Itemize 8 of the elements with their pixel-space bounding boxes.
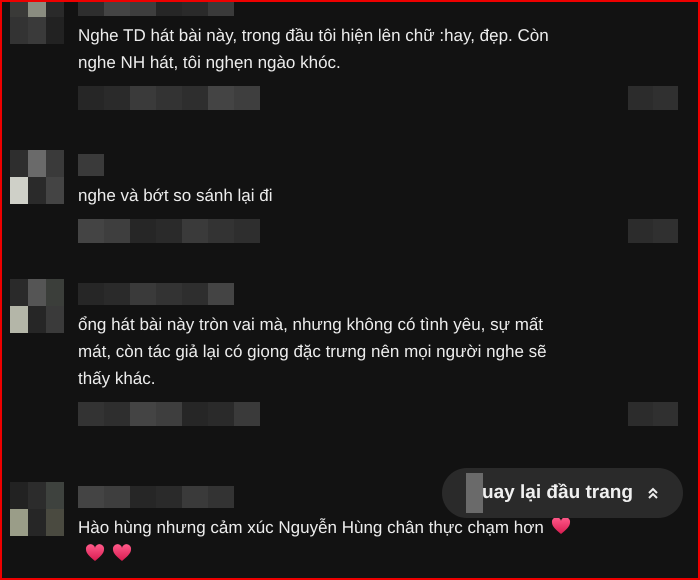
comment-text: nghe và bớt so sánh lại đi [78, 185, 274, 207]
heart-icon [550, 517, 571, 535]
comment-text: Nghe TD hát bài này, trong đầu tôi hiện lên chữ :hay, đẹp. Còn nghe NH hát, tôi nghẹn ngào khóc. [78, 25, 550, 74]
double-chevron-up-icon [646, 486, 659, 500]
heart-icon [112, 544, 132, 562]
heart-icon [85, 544, 105, 562]
comment-text: ổng hát bài này tròn vai mà, nhưng không có tình yêu, sự mất mát, còn tác giả lại có giọng đặc trưng nên mọi người nghe sẽ thấy khác. [78, 314, 548, 390]
back-to-top-button[interactable]: uay lại đầu trang [442, 468, 683, 518]
